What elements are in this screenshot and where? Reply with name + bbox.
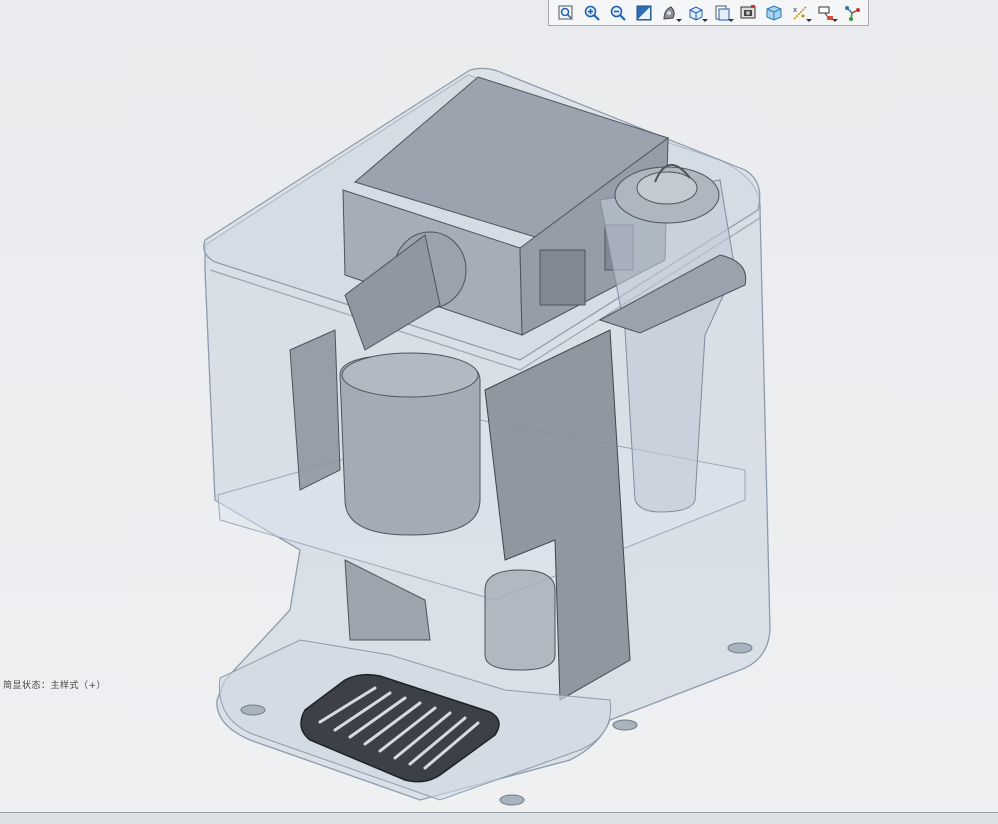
datum-display-button[interactable]: x [788,2,812,24]
display-style-button[interactable] [658,2,682,24]
foot [612,719,638,731]
svg-text:x: x [793,6,797,14]
view-toolbar: x [548,0,869,26]
repaint-icon [636,5,652,20]
repaint-button[interactable] [632,2,656,24]
zoom-in-icon [584,5,600,21]
perspective-icon [766,4,782,21]
appearance-icon [740,4,756,18]
coffee-machine-model[interactable] [0,0,998,812]
zoom-fit-button[interactable] [554,2,578,24]
bottom-status-bar [0,812,998,824]
saved-orientations-button[interactable] [684,2,708,24]
zoom-out-icon [610,5,626,21]
annotation-display-button[interactable] [814,2,838,24]
foot [499,794,525,806]
view-manager-button[interactable] [710,2,734,24]
spin-center-button[interactable] [840,2,864,24]
graphics-viewport[interactable]: x 简显状态：主样式（+） [0,0,998,812]
foot [240,704,266,716]
foot [727,642,753,654]
grinder-window-1 [539,249,586,306]
appearance-button[interactable] [736,2,760,24]
spin-center-icon [845,5,860,21]
simplified-rep-status: 简显状态：主样式（+） [3,681,107,691]
brew-cylinder-top [341,352,479,398]
zoom-out-button[interactable] [606,2,630,24]
pump-cylinder [484,569,556,671]
perspective-button[interactable] [762,2,786,24]
zoom-in-button[interactable] [580,2,604,24]
zoom-fit-icon [558,5,573,19]
